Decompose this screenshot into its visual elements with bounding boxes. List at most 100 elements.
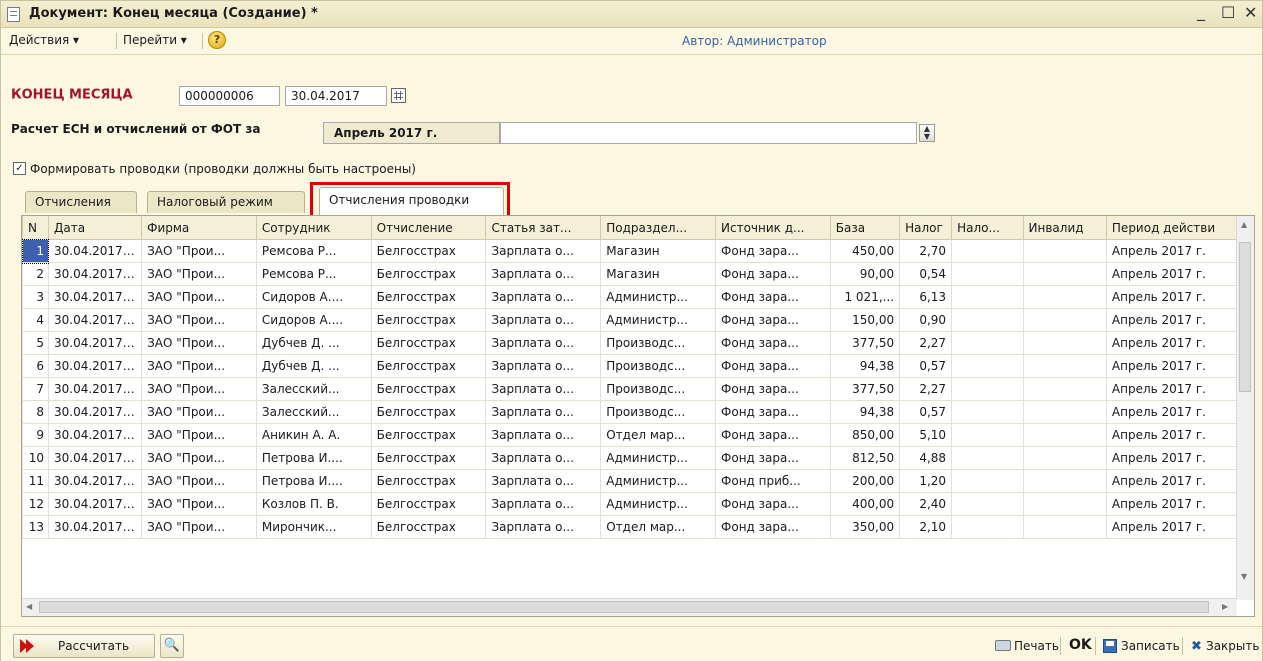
table-cell[interactable] xyxy=(1022,446,1107,470)
table-cell[interactable]: 90,00 xyxy=(829,262,901,286)
table-cell[interactable] xyxy=(1022,285,1107,309)
table-cell[interactable]: Фонд зара... xyxy=(715,377,831,401)
table-cell[interactable]: Белгосстрах xyxy=(370,262,487,286)
table-cell[interactable]: Апрель 2017 г. xyxy=(1105,239,1239,263)
table-cell[interactable]: Аникин А. А. xyxy=(255,423,372,447)
table-cell[interactable]: 1,20 xyxy=(899,469,953,493)
table-cell[interactable]: Апрель 2017 г. xyxy=(1105,262,1239,286)
column-header[interactable]: Сотрудник xyxy=(255,216,372,240)
table-cell[interactable] xyxy=(951,308,1024,332)
save-button[interactable]: Записать xyxy=(1121,639,1180,653)
table-cell[interactable]: ЗАО "Прои... xyxy=(141,515,257,539)
table-cell[interactable]: 450,00 xyxy=(829,239,901,263)
table-cell[interactable] xyxy=(951,239,1024,263)
table-cell[interactable]: 30.04.2017 ... xyxy=(47,446,143,470)
table-cell[interactable]: Петрова И.... xyxy=(255,446,372,470)
table-row[interactable]: 8 30.04.2017 ... ЗАО "Прои... Залесский... Б… xyxy=(22,400,1239,424)
table-cell[interactable]: 94,38 xyxy=(829,354,901,378)
table-row[interactable]: 4 30.04.2017 ... ЗАО "Прои... Сидоров А....… xyxy=(22,308,1239,332)
table-cell[interactable]: Фонд зара... xyxy=(715,239,831,263)
table-cell[interactable]: Ремсова Р... xyxy=(255,262,372,286)
table-cell[interactable]: 6 xyxy=(22,354,49,378)
table-cell[interactable]: Белгосстрах xyxy=(370,469,487,493)
table-cell[interactable]: ЗАО "Прои... xyxy=(141,377,257,401)
table-cell[interactable] xyxy=(1022,400,1107,424)
table-cell[interactable] xyxy=(951,331,1024,355)
table-cell[interactable]: 30.04.2017 ... xyxy=(47,492,143,516)
table-cell[interactable]: 377,50 xyxy=(829,331,901,355)
table-row[interactable]: 9 30.04.2017 ... ЗАО "Прои... Аникин А. А. Б… xyxy=(22,423,1239,447)
table-cell[interactable]: ЗАО "Прои... xyxy=(141,308,257,332)
period-input[interactable] xyxy=(500,122,917,144)
doc-number-field[interactable]: 000000006 xyxy=(179,86,280,106)
table-cell[interactable]: 5 xyxy=(22,331,49,355)
table-cell[interactable]: 6,13 xyxy=(899,285,953,309)
table-cell[interactable]: Сидоров А.... xyxy=(255,285,372,309)
table-cell[interactable]: ЗАО "Прои... xyxy=(141,469,257,493)
table-cell[interactable] xyxy=(1022,515,1107,539)
goto-menu[interactable]: Перейти ▾ xyxy=(123,33,187,47)
table-cell[interactable]: Апрель 2017 г. xyxy=(1105,446,1239,470)
column-header[interactable]: Статья зат... xyxy=(485,216,602,240)
table-cell[interactable]: 850,00 xyxy=(829,423,901,447)
table-cell[interactable]: ЗАО "Прои... xyxy=(141,400,257,424)
table-cell[interactable]: 350,00 xyxy=(829,515,901,539)
table-cell[interactable] xyxy=(951,354,1024,378)
table-cell[interactable]: 2,40 xyxy=(899,492,953,516)
table-cell[interactable]: 400,00 xyxy=(829,492,901,516)
table-cell[interactable]: 30.04.2017 ... xyxy=(47,515,143,539)
table-cell[interactable]: Производс... xyxy=(600,377,717,401)
search-icon[interactable]: 🔍 xyxy=(160,634,184,658)
table-cell[interactable] xyxy=(951,400,1024,424)
table-row[interactable]: 11 30.04.2017 ... ЗАО "Прои... Петрова И...… xyxy=(22,469,1239,493)
table-cell[interactable] xyxy=(1022,354,1107,378)
table-cell[interactable]: Апрель 2017 г. xyxy=(1105,331,1239,355)
table-row[interactable]: 2 30.04.2017 ... ЗАО "Прои... Ремсова Р... Б… xyxy=(22,262,1239,286)
column-header[interactable]: Подраздел... xyxy=(600,216,717,240)
table-cell[interactable]: Апрель 2017 г. xyxy=(1105,354,1239,378)
minimize-button[interactable]: _ xyxy=(1197,2,1205,21)
table-cell[interactable]: Белгосстрах xyxy=(370,492,487,516)
table-cell[interactable]: 94,38 xyxy=(829,400,901,424)
table-cell[interactable]: Апрель 2017 г. xyxy=(1105,285,1239,309)
table-cell[interactable] xyxy=(1022,377,1107,401)
table-cell[interactable]: ЗАО "Прои... xyxy=(141,285,257,309)
table-cell[interactable]: 13 xyxy=(22,515,49,539)
table-row[interactable]: 6 30.04.2017 ... ЗАО "Прои... Дубчев Д. ...… xyxy=(22,354,1239,378)
scroll-down-icon[interactable]: ▼ xyxy=(1241,572,1247,581)
table-cell[interactable]: ЗАО "Прои... xyxy=(141,492,257,516)
scroll-up-icon[interactable]: ▲ xyxy=(1241,220,1247,229)
vertical-scroll-thumb[interactable] xyxy=(1239,242,1251,392)
table-cell[interactable]: ЗАО "Прои... xyxy=(141,354,257,378)
table-cell[interactable] xyxy=(951,446,1024,470)
period-spin-button[interactable]: ▲ ▼ xyxy=(919,124,935,142)
table-cell[interactable]: 5,10 xyxy=(899,423,953,447)
print-button[interactable]: Печать xyxy=(1014,639,1059,653)
column-header[interactable]: Фирма xyxy=(141,216,257,240)
table-cell[interactable]: 0,57 xyxy=(899,400,953,424)
table-cell[interactable]: 377,50 xyxy=(829,377,901,401)
table-cell[interactable]: Зарплата о... xyxy=(485,515,602,539)
table-cell[interactable]: Зарплата о... xyxy=(485,354,602,378)
table-cell[interactable]: Зарплата о... xyxy=(485,285,602,309)
table-cell[interactable]: Зарплата о... xyxy=(485,377,602,401)
table-cell[interactable]: Белгосстрах xyxy=(370,377,487,401)
table-cell[interactable]: Зарплата о... xyxy=(485,239,602,263)
table-cell[interactable] xyxy=(1022,492,1107,516)
table-cell[interactable]: Петрова И.... xyxy=(255,469,372,493)
table-cell[interactable]: 1 xyxy=(22,238,50,264)
table-cell[interactable]: 30.04.2017 ... xyxy=(47,400,143,424)
table-row[interactable]: 12 30.04.2017 ... ЗАО "Прои... Козлов П. В.… xyxy=(22,492,1239,516)
table-cell[interactable]: 4,88 xyxy=(899,446,953,470)
table-cell[interactable]: ЗАО "Прои... xyxy=(141,423,257,447)
table-cell[interactable]: 0,54 xyxy=(899,262,953,286)
table-row[interactable]: 1 30.04.2017 ... ЗАО "Прои... Ремсова Р... Б… xyxy=(22,238,1239,264)
table-cell[interactable]: 30.04.2017 ... xyxy=(47,423,143,447)
horizontal-scroll-thumb[interactable] xyxy=(39,601,1209,613)
table-cell[interactable]: Отдел мар... xyxy=(600,515,717,539)
table-cell[interactable]: Дубчев Д. ... xyxy=(255,331,372,355)
table-cell[interactable]: 10 xyxy=(22,446,49,470)
table-cell[interactable]: Фонд зара... xyxy=(715,400,831,424)
actions-menu[interactable]: Действия ▾ xyxy=(9,33,79,47)
column-header[interactable]: Период действи xyxy=(1105,216,1239,240)
